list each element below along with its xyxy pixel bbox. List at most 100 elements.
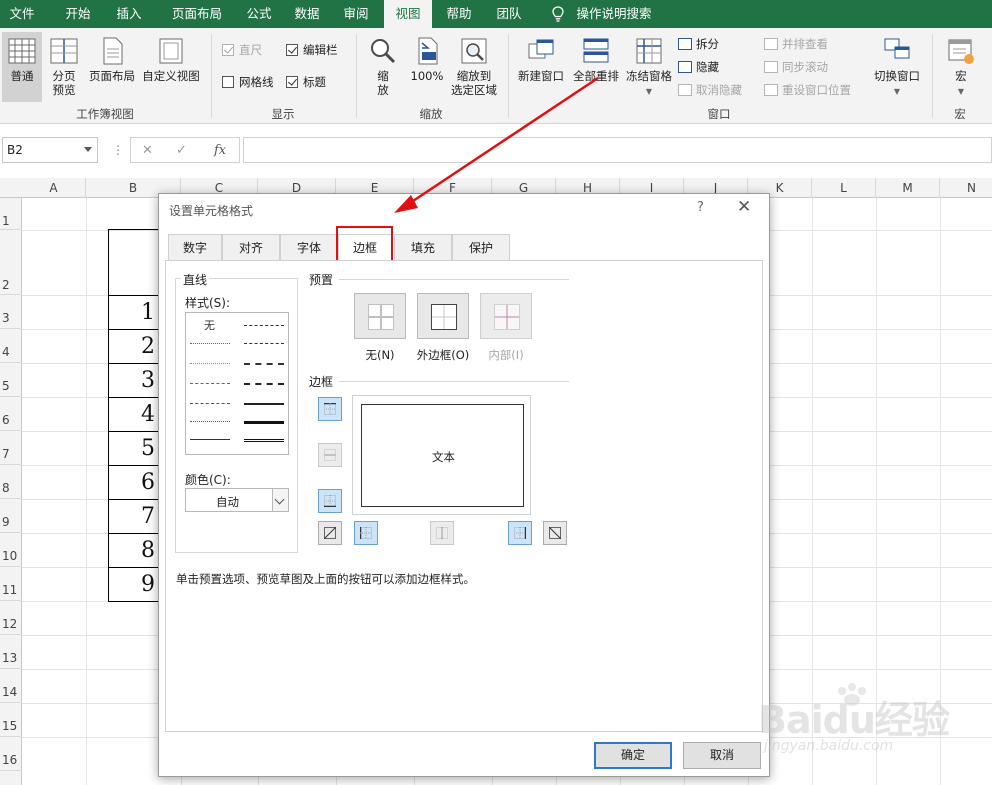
enter-check-icon[interactable]: ✓ bbox=[176, 143, 187, 158]
tab-formulas[interactable]: 公式 bbox=[236, 0, 282, 28]
sync-scroll-button[interactable]: 同步滚动 bbox=[764, 57, 828, 77]
row-header[interactable]: 16 bbox=[0, 737, 22, 771]
line-style-option[interactable] bbox=[244, 403, 284, 405]
preset-none-button[interactable] bbox=[354, 293, 406, 339]
hide-button[interactable]: 隐藏 bbox=[678, 57, 719, 77]
macros-button[interactable]: 宏 ▼ bbox=[940, 32, 982, 104]
row-header[interactable]: 15 bbox=[0, 703, 22, 737]
border-preview[interactable]: 文本 bbox=[352, 395, 531, 515]
zoom-button[interactable]: 缩 放 bbox=[364, 32, 402, 104]
tell-me-search[interactable]: 操作说明搜索 bbox=[572, 0, 656, 28]
tab-help[interactable]: 帮助 bbox=[438, 0, 480, 28]
ruler-check bbox=[222, 44, 234, 56]
tab-view[interactable]: 视图 bbox=[384, 0, 432, 28]
insert-function-icon[interactable]: fx bbox=[214, 143, 226, 158]
color-dropdown-arrow[interactable] bbox=[272, 489, 288, 511]
help-button[interactable]: ? bbox=[697, 200, 704, 215]
dialog-tab-protection[interactable]: 保护 bbox=[452, 234, 510, 260]
tab-team[interactable]: 团队 bbox=[486, 0, 532, 28]
style-none-option[interactable]: 无 bbox=[204, 317, 215, 333]
row-header[interactable]: 14 bbox=[0, 669, 22, 703]
name-box-dropdown-icon[interactable] bbox=[84, 147, 92, 152]
row-header[interactable]: 5 bbox=[0, 363, 22, 397]
cancel-button[interactable]: 取消 bbox=[683, 742, 761, 769]
row-header[interactable]: 10 bbox=[0, 533, 22, 567]
line-style-option[interactable] bbox=[244, 383, 284, 385]
gridlines-checkbox[interactable]: 网格线 bbox=[222, 72, 274, 92]
switch-windows-button[interactable]: 切换窗口 ▼ bbox=[868, 32, 926, 104]
formula-input[interactable] bbox=[243, 137, 992, 163]
split-button[interactable]: 拆分 bbox=[678, 34, 719, 54]
line-style-option[interactable] bbox=[244, 343, 284, 344]
preset-outline-button[interactable] bbox=[417, 293, 469, 339]
dialog-tab-font[interactable]: 字体 bbox=[280, 234, 338, 260]
ruler-checkbox[interactable]: 直尺 bbox=[222, 40, 262, 60]
headings-checkbox[interactable]: 标题 bbox=[286, 72, 326, 92]
new-window-button[interactable]: 新建窗口 bbox=[514, 32, 568, 104]
workbook-views-group-label: 工作簿视图 bbox=[76, 107, 134, 121]
row-header[interactable]: 2 bbox=[0, 230, 22, 295]
close-button[interactable]: ✕ bbox=[737, 198, 751, 216]
border-top-button[interactable] bbox=[318, 397, 342, 421]
arrange-all-button[interactable]: 全部重排 bbox=[570, 32, 622, 104]
row-header[interactable]: 11 bbox=[0, 567, 22, 601]
side-by-side-button[interactable]: 并排查看 bbox=[764, 34, 828, 54]
line-style-option[interactable] bbox=[244, 363, 284, 365]
tab-review[interactable]: 审阅 bbox=[334, 0, 378, 28]
line-style-option[interactable] bbox=[244, 325, 284, 326]
dialog-tab-number[interactable]: 数字 bbox=[168, 234, 222, 260]
line-style-option[interactable] bbox=[190, 403, 230, 404]
tab-insert[interactable]: 插入 bbox=[104, 0, 154, 28]
border-diagonal-down-button[interactable] bbox=[543, 521, 567, 545]
custom-views-button[interactable]: 自定义视图 bbox=[139, 32, 203, 102]
line-style-option[interactable] bbox=[244, 439, 284, 442]
page-break-preview-button[interactable]: 分页 预览 bbox=[46, 32, 82, 102]
row-header[interactable]: 13 bbox=[0, 635, 22, 669]
line-style-list[interactable]: 无 bbox=[185, 312, 289, 455]
line-style-option[interactable] bbox=[190, 439, 230, 440]
reset-position-button[interactable]: 重设窗口位置 bbox=[764, 80, 851, 100]
tab-page-layout[interactable]: 页面布局 bbox=[158, 0, 236, 28]
row-header[interactable]: 6 bbox=[0, 397, 22, 431]
row-header[interactable]: 4 bbox=[0, 329, 22, 363]
row-header[interactable]: 3 bbox=[0, 295, 22, 329]
border-left-button[interactable] bbox=[354, 521, 378, 545]
zoom-100-button[interactable]: 100% bbox=[406, 32, 448, 104]
freeze-panes-button[interactable]: 冻结窗格 ▼ bbox=[622, 32, 676, 104]
normal-view-button[interactable]: 普通 bbox=[2, 32, 42, 102]
tab-home[interactable]: 开始 bbox=[52, 0, 104, 28]
row-header[interactable]: 8 bbox=[0, 465, 22, 499]
tab-data[interactable]: 数据 bbox=[286, 0, 328, 28]
page-layout-view-button[interactable]: 页面布局 bbox=[86, 32, 138, 102]
switch-windows-label: 切换窗口 bbox=[874, 69, 920, 83]
line-style-option[interactable] bbox=[244, 421, 284, 424]
unhide-button[interactable]: 取消隐藏 bbox=[678, 80, 742, 100]
color-dropdown[interactable]: 自动 bbox=[185, 488, 289, 512]
line-style-option[interactable] bbox=[190, 383, 230, 384]
column-header[interactable]: A bbox=[22, 178, 86, 198]
row-header[interactable]: 9 bbox=[0, 499, 22, 533]
column-header[interactable]: N bbox=[940, 178, 992, 198]
dialog-tab-alignment[interactable]: 对齐 bbox=[222, 234, 280, 260]
column-header[interactable]: L bbox=[812, 178, 876, 198]
column-header[interactable]: M bbox=[876, 178, 940, 198]
formula-bar-checkbox[interactable]: 编辑栏 bbox=[286, 40, 338, 60]
tab-file[interactable]: 文件 bbox=[0, 0, 44, 28]
line-style-option[interactable] bbox=[190, 363, 230, 364]
row-header[interactable]: 12 bbox=[0, 601, 22, 635]
line-style-option[interactable] bbox=[190, 343, 230, 344]
row-header[interactable]: 7 bbox=[0, 431, 22, 465]
ok-button[interactable]: 确定 bbox=[594, 742, 672, 769]
zoom-to-selection-button[interactable]: 缩放到 选定区域 bbox=[448, 32, 500, 104]
border-diagonal-up-button[interactable] bbox=[318, 521, 342, 545]
preset-inside-button[interactable] bbox=[480, 293, 532, 339]
line-style-option[interactable] bbox=[190, 421, 230, 422]
border-right-button[interactable] bbox=[508, 521, 532, 545]
border-inside-horizontal-button[interactable] bbox=[318, 443, 342, 467]
dialog-tab-fill[interactable]: 填充 bbox=[394, 234, 452, 260]
border-bottom-button[interactable] bbox=[318, 489, 342, 513]
page-break-label-2: 预览 bbox=[52, 83, 76, 97]
cancel-icon[interactable]: ✕ bbox=[142, 143, 153, 158]
border-inside-vertical-button[interactable] bbox=[430, 521, 454, 545]
row-header[interactable]: 1 bbox=[0, 198, 22, 230]
